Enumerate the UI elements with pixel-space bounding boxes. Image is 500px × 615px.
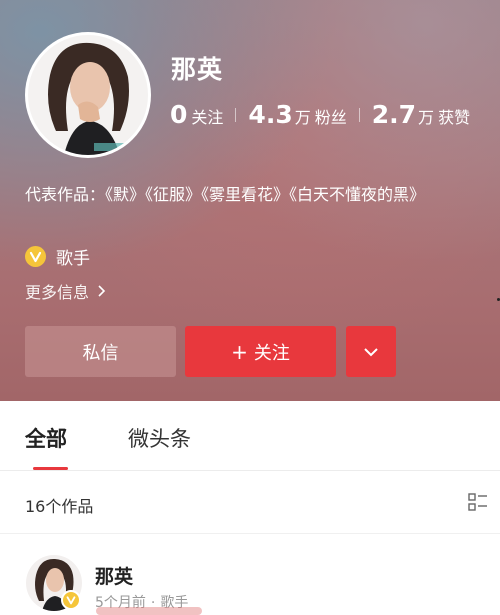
certification-label: 歌手	[56, 249, 90, 269]
profile-header: 那英 0 关注 4.3 万 粉丝 2.7 万 获赞 代表作品：《默》《征服》《雾…	[0, 0, 500, 401]
chevron-right-icon	[98, 285, 106, 297]
stat-divider	[358, 107, 360, 122]
avatar-photo	[28, 35, 148, 155]
tab-micro-headline[interactable]: 微头条	[128, 423, 191, 453]
fans-count[interactable]: 4.3	[248, 100, 292, 129]
follow-button[interactable]: + 关注	[185, 326, 336, 377]
verified-v-icon	[25, 246, 46, 267]
follow-button-label: 关注	[253, 342, 290, 364]
row-divider	[0, 533, 500, 534]
feed-author-name[interactable]: 那英	[95, 562, 133, 589]
profile-avatar[interactable]	[25, 32, 151, 158]
certification-row: 歌手	[25, 244, 90, 269]
fans-label[interactable]: 粉丝	[315, 104, 347, 128]
works-count-row: 16个作品	[0, 471, 500, 533]
works-label: 代表作品：	[25, 185, 106, 204]
stat-divider	[235, 107, 237, 122]
list-view-toggle[interactable]	[468, 493, 488, 511]
more-info-link[interactable]: 更多信息	[25, 279, 107, 303]
profile-nickname: 那英	[171, 55, 224, 84]
likes-label: 获赞	[438, 108, 471, 127]
likes-unit: 万	[418, 108, 435, 127]
likes-count: 2.7	[371, 100, 417, 129]
chevron-down-icon	[364, 347, 378, 356]
following-label[interactable]: 关注	[191, 104, 223, 128]
list-view-icon	[468, 493, 487, 511]
works-list: 《默》《征服》《雾里看花》《白天不懂夜的黑》	[105, 185, 426, 204]
message-button[interactable]: 私信	[25, 326, 176, 377]
highlight-stroke	[96, 607, 202, 615]
more-info-label: 更多信息	[25, 283, 90, 302]
content-tabs: 全部 微头条	[0, 401, 500, 471]
following-count[interactable]: 0	[170, 100, 187, 129]
fans-unit: 万	[294, 108, 311, 127]
verified-v-icon	[61, 590, 81, 610]
expand-recommend-button[interactable]	[346, 326, 396, 377]
plus-icon: +	[231, 339, 248, 364]
works-count: 16个作品	[25, 497, 94, 516]
message-button-label: 私信	[82, 342, 119, 364]
representative-works: 代表作品：《默》《征服》《雾里看花》《白天不懂夜的黑》	[25, 182, 495, 208]
profile-stats: 0 关注 4.3 万 粉丝 2.7 万 获赞	[170, 100, 470, 129]
tab-all[interactable]: 全部	[25, 423, 67, 453]
